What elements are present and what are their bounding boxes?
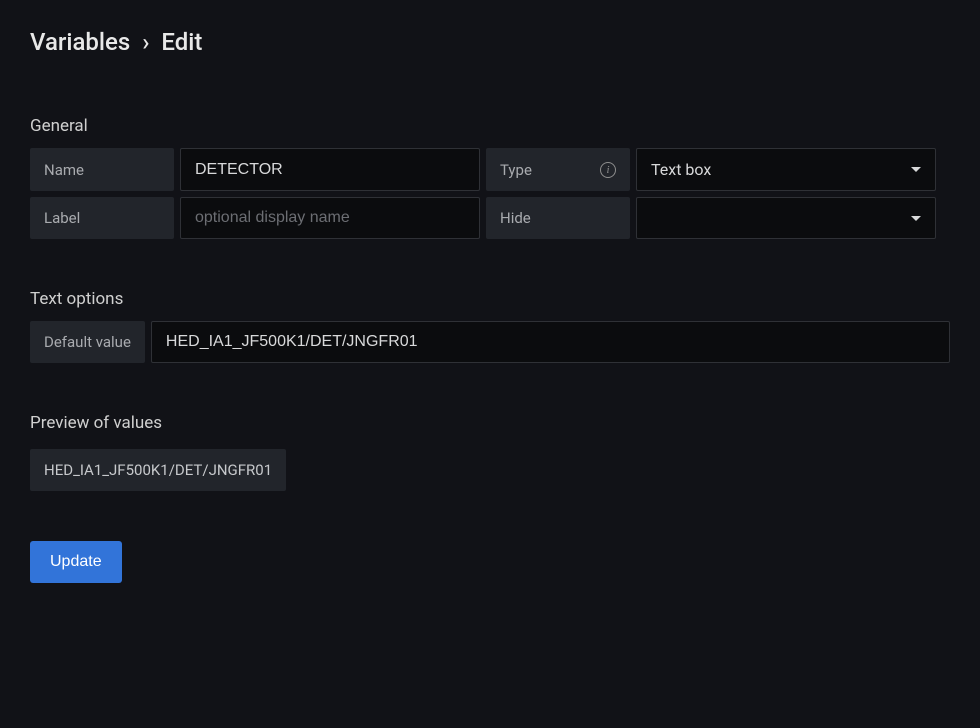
name-input[interactable] — [180, 148, 480, 191]
type-select[interactable]: Text box — [636, 148, 936, 191]
preview-section-title: Preview of values — [30, 413, 950, 433]
general-form: Name Type i Text box Label Hide — [30, 148, 950, 239]
breadcrumb-parent[interactable]: Variables — [30, 28, 130, 56]
hide-label: Hide — [486, 197, 630, 239]
general-section-title: General — [30, 116, 950, 136]
default-value-label: Default value — [30, 321, 145, 363]
type-label: Type i — [486, 148, 630, 191]
preview-section: Preview of values HED_IA1_JF500K1/DET/JN… — [30, 413, 950, 491]
hide-select[interactable] — [636, 197, 936, 239]
type-label-text: Type — [500, 161, 532, 179]
breadcrumb-separator: › — [142, 28, 149, 56]
general-row-1: Name Type i Text box — [30, 148, 950, 191]
general-row-2: Label Hide — [30, 197, 950, 239]
breadcrumb: Variables › Edit — [30, 28, 950, 56]
update-button[interactable]: Update — [30, 541, 122, 583]
name-label: Name — [30, 148, 174, 191]
info-icon[interactable]: i — [600, 162, 616, 178]
breadcrumb-current: Edit — [161, 28, 202, 56]
type-select-value: Text box — [651, 160, 711, 179]
label-input[interactable] — [180, 197, 480, 239]
text-options-row: Default value — [30, 321, 950, 363]
preview-value-chip: HED_IA1_JF500K1/DET/JNGFR01 — [30, 449, 286, 491]
default-value-input[interactable] — [151, 321, 950, 363]
chevron-down-icon — [911, 167, 921, 172]
text-options-section-title: Text options — [30, 289, 950, 309]
label-label: Label — [30, 197, 174, 239]
chevron-down-icon — [911, 216, 921, 221]
